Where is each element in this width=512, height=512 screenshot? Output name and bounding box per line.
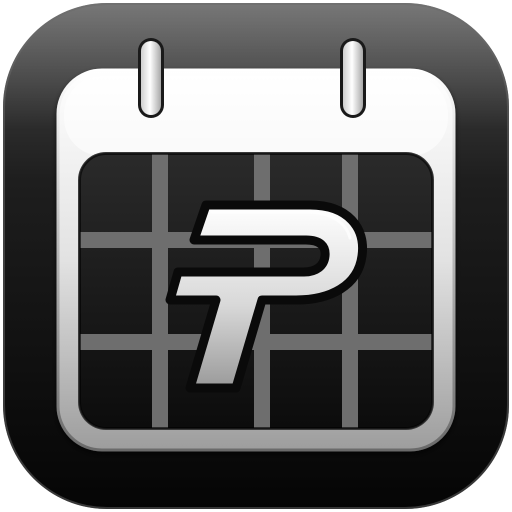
app-icon[interactable] <box>0 0 512 512</box>
calendar-icon <box>3 3 509 509</box>
binder-ring-left <box>138 38 164 118</box>
binder-ring-right <box>340 38 366 118</box>
